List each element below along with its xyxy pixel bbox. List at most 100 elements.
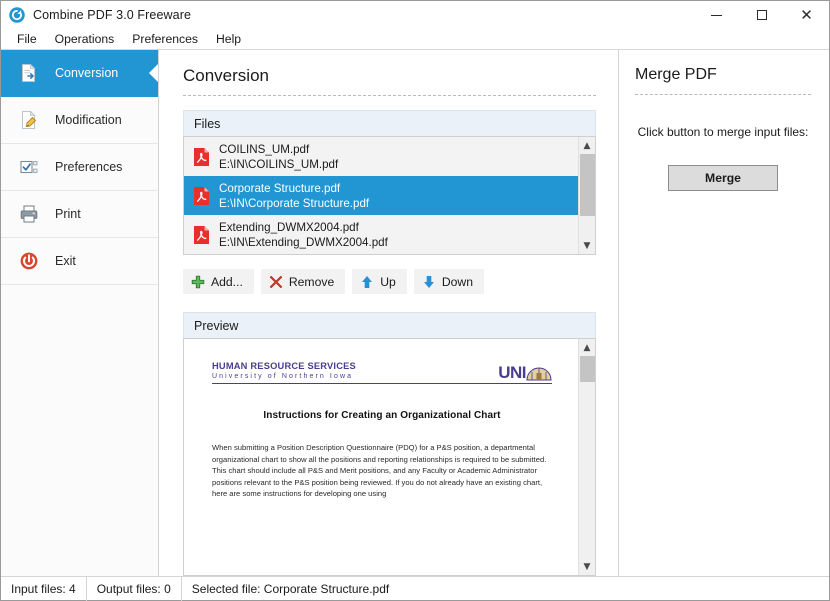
add-button[interactable]: Add... [183,269,254,294]
minimize-button[interactable] [694,1,739,29]
document-pencil-icon [22,110,37,129]
table-row[interactable]: COILINS_UM.pdf E:\IN\COILINS_UM.pdf [184,137,578,176]
files-group-header: Files [183,110,596,136]
sidebar: Conversion Modification Preferences Prin… [1,50,159,576]
scroll-up-icon[interactable]: ▲ [579,137,596,154]
arrow-up-icon [362,275,373,288]
file-path: E:\IN\Extending_DWMX2004.pdf [219,235,388,249]
close-button[interactable]: ✕ [784,1,829,29]
menu-item-file[interactable]: File [9,31,45,47]
sidebar-item-conversion[interactable]: Conversion [1,50,158,97]
file-name: Corporate Structure.pdf [219,181,341,195]
file-entry-text: Corporate Structure.pdf E:\IN\Corporate … [219,181,369,211]
file-list[interactable]: COILINS_UM.pdf E:\IN\COILINS_UM.pdf Corp… [183,136,596,255]
maximize-icon [756,10,767,20]
page-title: Conversion [183,66,269,85]
scrollbar-track[interactable] [579,154,596,237]
window-title: Combine PDF 3.0 Freeware [33,8,192,22]
maximize-button[interactable] [739,1,784,29]
x-mark-icon [269,275,282,288]
file-entry-text: Extending_DWMX2004.pdf E:\IN\Extending_D… [219,220,388,250]
remove-button[interactable]: Remove [260,269,346,294]
sidebar-item-label: Print [55,207,81,221]
merge-panel: Merge PDF Click button to merge input fi… [619,50,829,576]
sidebar-item-label: Preferences [55,160,123,174]
uni-logo: UNI [498,363,552,381]
scrollbar-thumb[interactable] [579,154,595,216]
file-list-scrollbar[interactable]: ▲ ▼ [578,137,595,254]
preview-box[interactable]: HUMAN RESOURCE SERVICES University of No… [183,338,596,576]
menu-item-operations[interactable]: Operations [47,31,123,47]
merge-button[interactable]: Merge [668,165,778,191]
file-path: E:\IN\Corporate Structure.pdf [219,196,370,210]
document-convert-icon [22,63,36,82]
scrollbar-track[interactable] [579,356,596,558]
preview-group-header: Preview [183,312,596,338]
move-up-button-label: Up [380,274,396,289]
preview-scrollbar[interactable]: ▲ ▼ [578,339,595,575]
move-down-button[interactable]: Down [413,269,484,294]
sidebar-item-print[interactable]: Print [1,191,158,238]
sidebar-item-label: Exit [55,254,76,268]
file-path: E:\IN\COILINS_UM.pdf [219,157,339,171]
move-up-button[interactable]: Up [352,269,407,294]
scroll-up-icon[interactable]: ▲ [579,339,596,356]
move-down-button-label: Down [441,274,473,289]
sidebar-item-preferences[interactable]: Preferences [1,144,158,191]
preview-section: Preview HUMAN RESOURCE SERVICES Universi… [183,312,596,576]
scrollbar-thumb[interactable] [579,356,595,382]
status-output-files: Output files: 0 [96,581,171,596]
title-divider [183,95,596,96]
pdf-file-icon [194,147,209,166]
file-toolbar: Add... Remove Up Down [183,269,596,294]
file-entry-text: COILINS_UM.pdf E:\IN\COILINS_UM.pdf [219,142,338,172]
preview-letterhead: HUMAN RESOURCE SERVICES University of No… [212,361,552,381]
sidebar-item-modification[interactable]: Modification [1,97,158,144]
preview-letterhead-rule [212,383,552,384]
table-row[interactable]: Corporate Structure.pdf E:\IN\Corporate … [184,176,578,215]
menu-item-preferences[interactable]: Preferences [124,31,206,47]
remove-button-label: Remove [288,274,335,289]
window-body: Conversion Modification Preferences Prin… [1,50,829,576]
merge-panel-title: Merge PDF [635,66,717,83]
preview-document-page: HUMAN RESOURCE SERVICES University of No… [184,339,578,575]
pdf-file-icon [194,186,209,205]
table-row[interactable]: Extending_DWMX2004.pdf E:\IN\Extending_D… [184,215,578,254]
arrow-down-icon [423,275,434,288]
close-icon: ✕ [800,5,813,24]
scroll-down-icon[interactable]: ▼ [579,237,596,254]
power-icon [20,252,38,270]
uni-dome-icon [526,367,552,381]
merge-panel-hint: Click button to merge input files: [637,125,809,139]
file-name: Extending_DWMX2004.pdf [219,220,359,234]
file-name: COILINS_UM.pdf [219,142,310,156]
refresh-circle-icon [9,7,25,23]
application-window: Combine PDF 3.0 Freeware ✕ File Operatio… [0,0,830,601]
preview-org-subtitle: University of Northern Iowa [212,373,354,380]
plus-icon [191,275,205,288]
main-content: Conversion Files COILINS_UM.pdf E:\IN\CO… [159,50,619,576]
status-bar: Input files: 4 Output files: 0 Selected … [1,576,829,601]
menu-item-help[interactable]: Help [208,31,249,47]
title-bar: Combine PDF 3.0 Freeware ✕ [1,1,829,29]
checkbox-options-icon [20,160,38,174]
scroll-down-icon[interactable]: ▼ [579,558,596,575]
sidebar-item-label: Modification [55,113,122,127]
preview-paragraph: When submitting a Position Description Q… [212,443,547,499]
sidebar-item-exit[interactable]: Exit [1,238,158,285]
file-list-items: COILINS_UM.pdf E:\IN\COILINS_UM.pdf Corp… [184,137,578,254]
merge-panel-divider [635,94,811,95]
add-button-label: Add... [211,274,243,289]
window-controls: ✕ [694,1,829,29]
pdf-file-icon [194,225,209,244]
printer-icon [20,205,38,223]
preview-org-title: HUMAN RESOURCE SERVICES [212,361,356,371]
preview-org-block: HUMAN RESOURCE SERVICES University of No… [212,361,356,381]
status-input-files: Input files: 4 [11,581,76,596]
status-selected-file: Selected file: Corporate Structure.pdf [191,581,390,596]
minimize-icon [711,14,722,16]
sidebar-item-label: Conversion [55,66,119,80]
preview-heading: Instructions for Creating an Organizatio… [263,410,501,421]
uni-logo-wordmark: UNI [498,362,526,382]
menu-bar: File Operations Preferences Help [1,29,829,50]
